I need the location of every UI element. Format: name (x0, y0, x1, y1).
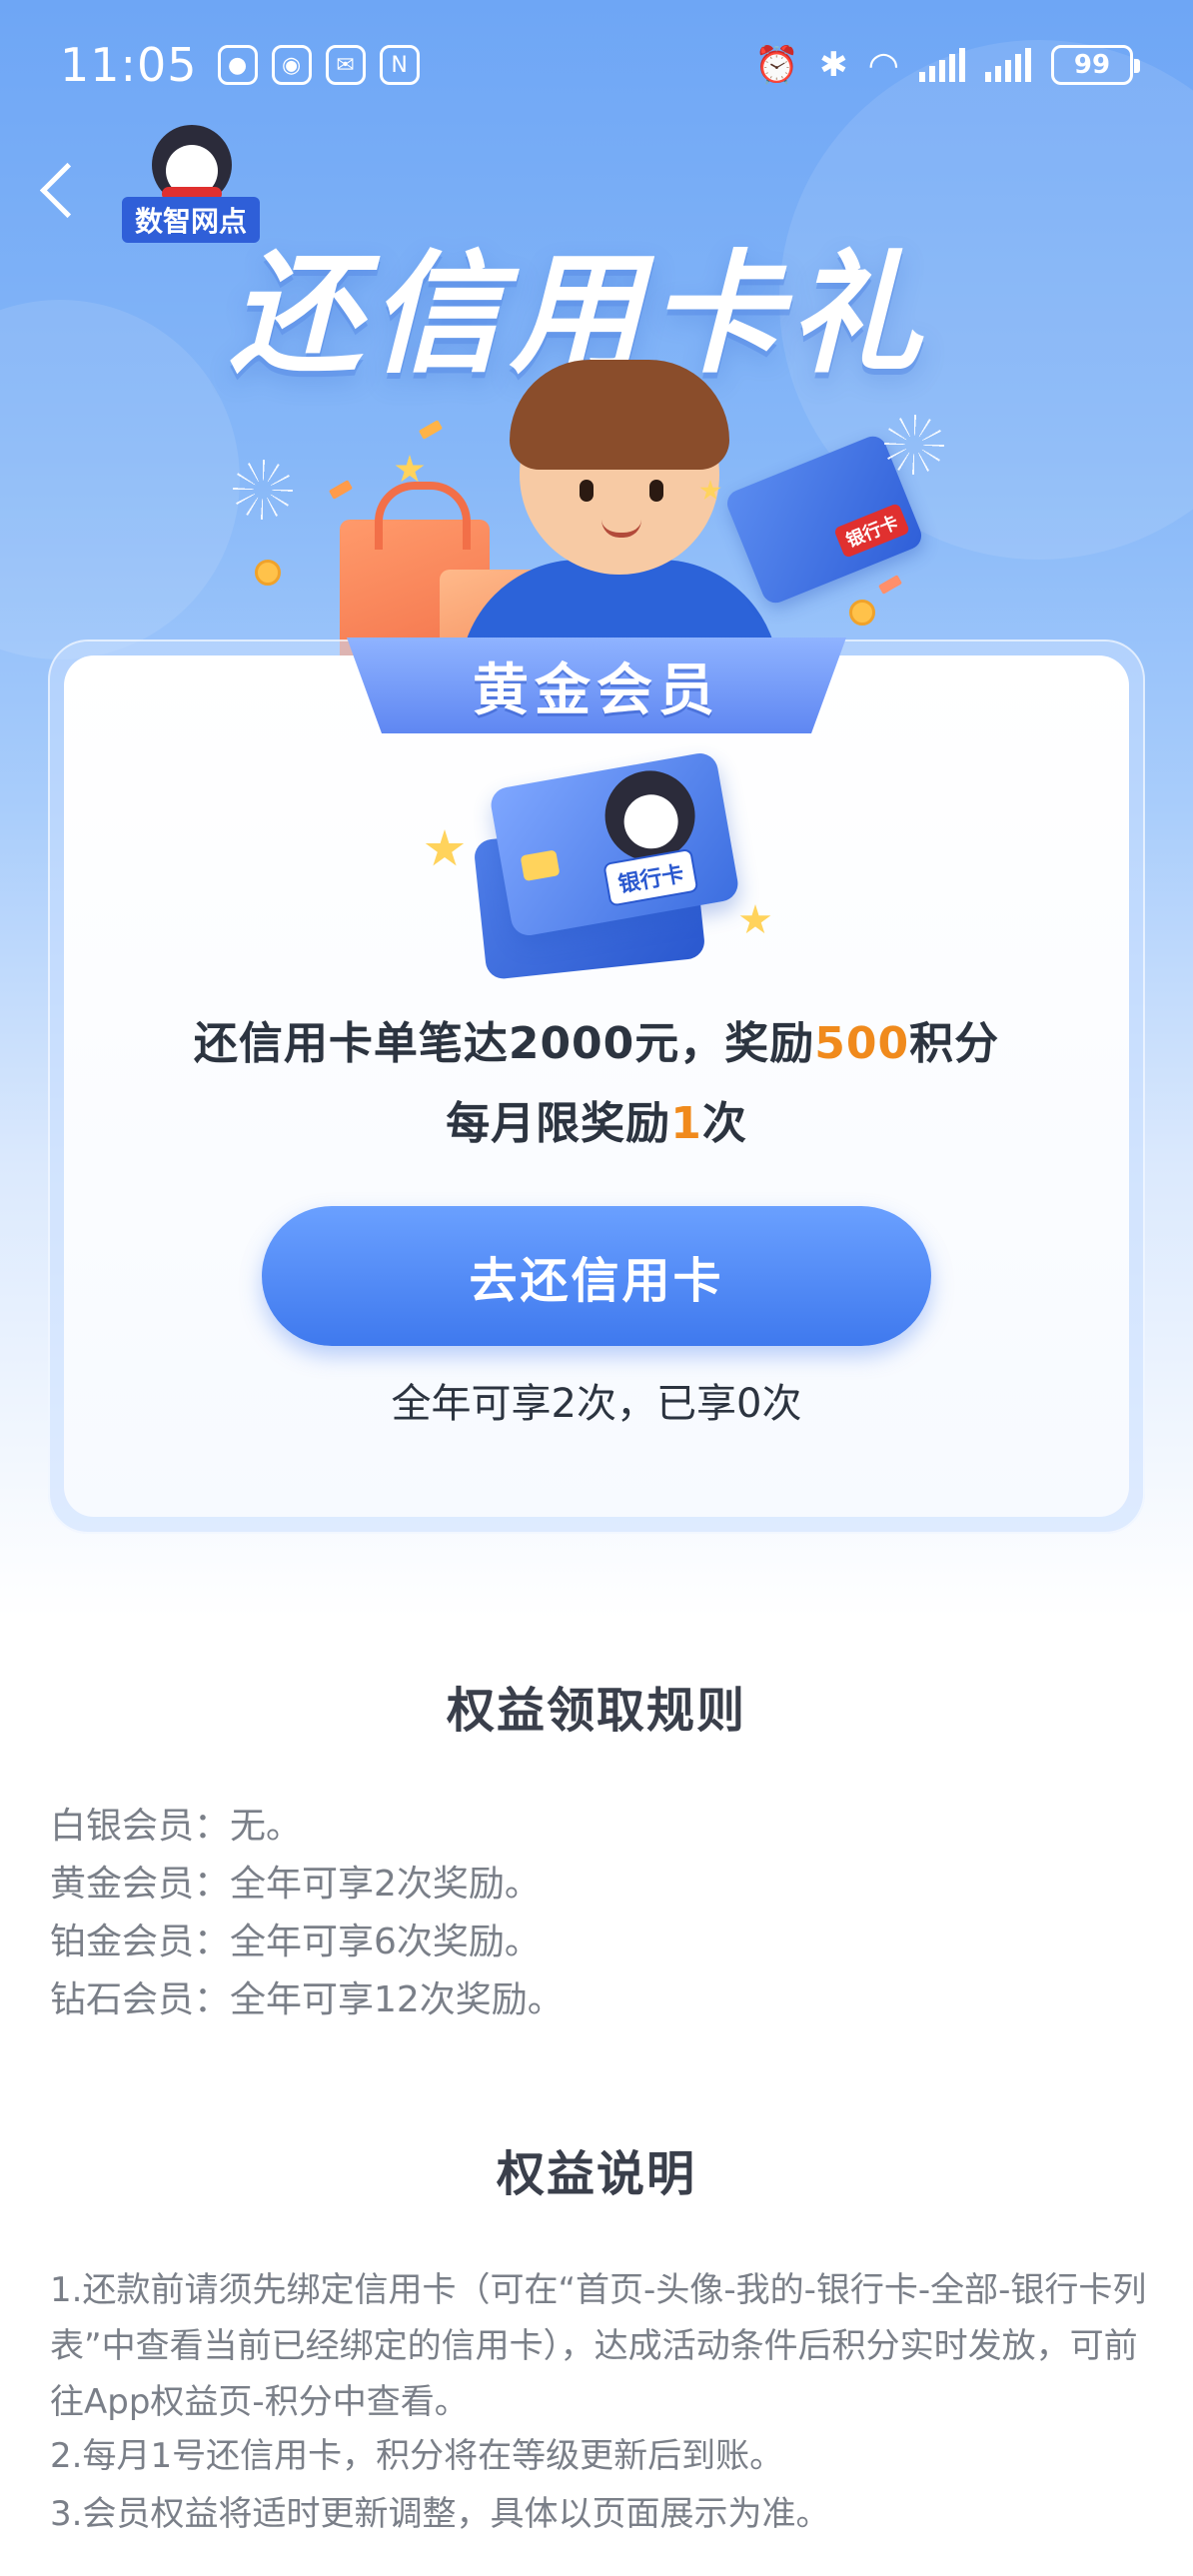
character-eye (649, 480, 663, 502)
bank-card-icon: 银行卡 (488, 750, 741, 938)
bank-card-tag: 银行卡 (833, 503, 911, 559)
reward-suffix: 积分 (909, 1018, 1000, 1069)
note-item: 3.会员权益将适时更新调整，具体以页面展示为准。 (50, 2494, 830, 2534)
reward-description: 还信用卡单笔达2000元，奖励500积分 (64, 1007, 1129, 1071)
limit-prefix: 每月限奖励 (446, 1098, 671, 1149)
rule-item: 钻石会员：全年可享12次奖励。 (50, 1979, 564, 2020)
notes-title: 权益说明 (496, 2146, 696, 2202)
wechat-icon: ✉ (325, 45, 366, 85)
wifi-icon: ◠ (867, 44, 899, 86)
hero-illustration: 银行卡 (340, 360, 926, 709)
sparkle-icon (228, 455, 298, 525)
card-chip-icon (520, 849, 561, 882)
status-bar: 11:05 ● ◉ ✉ N ⏰ ✱ ◠ 99 (0, 0, 1193, 130)
nfc-icon: N (379, 45, 420, 85)
battery-icon: 99 (1051, 45, 1140, 85)
reward-prefix: 还信用卡单笔达2000元，奖励 (193, 1018, 815, 1069)
card-illustration: 银行卡 (440, 750, 769, 989)
bluetooth-icon: ✱ (819, 45, 848, 85)
bank-card-tag: 银行卡 (602, 847, 699, 907)
note-item: 1.还款前请须先绑定信用卡（可在“首页-头像-我的-银行卡-全部-银行卡列表”中… (50, 2270, 1147, 2422)
limit-count: 1 (670, 1098, 702, 1149)
battery-level: 99 (1073, 50, 1111, 80)
app-notification-icon: ◉ (271, 45, 312, 85)
reward-limit: 每月限奖励1次 (64, 1087, 1129, 1151)
status-app-icons: ● ◉ ✉ N (217, 45, 420, 85)
status-time: 11:05 (60, 38, 198, 92)
weibo-icon: ● (217, 45, 258, 85)
coin-icon (255, 560, 281, 586)
hero-decoration (0, 300, 240, 659)
rule-item: 白银会员：无。 (50, 1806, 303, 1847)
character-hair (510, 360, 729, 470)
repay-credit-card-button[interactable]: 去还信用卡 (262, 1206, 931, 1346)
character-eye (580, 480, 594, 502)
limit-suffix: 次 (701, 1098, 747, 1149)
coin-icon (849, 600, 875, 626)
note-item: 2.每月1号还信用卡，积分将在等级更新后到账。 (50, 2436, 784, 2476)
sparkle-icon (879, 410, 949, 480)
tier-badge: 黄金会员 (347, 638, 846, 733)
alarm-icon: ⏰ (754, 45, 800, 86)
signal-icon (919, 48, 965, 82)
penguin-mascot-icon (152, 125, 232, 205)
rule-item: 黄金会员：全年可享2次奖励。 (50, 1864, 541, 1905)
rules-title: 权益领取规则 (446, 1683, 746, 1739)
status-right: ⏰ ✱ ◠ 99 (754, 44, 1140, 86)
tier-label: 黄金会员 (473, 657, 720, 723)
usage-count: 全年可享2次，已享0次 (391, 1381, 802, 1427)
rule-item: 铂金会员：全年可享6次奖励。 (50, 1922, 541, 1962)
signal-icon (985, 48, 1031, 82)
reward-points: 500 (814, 1018, 910, 1069)
back-button[interactable] (30, 155, 90, 225)
